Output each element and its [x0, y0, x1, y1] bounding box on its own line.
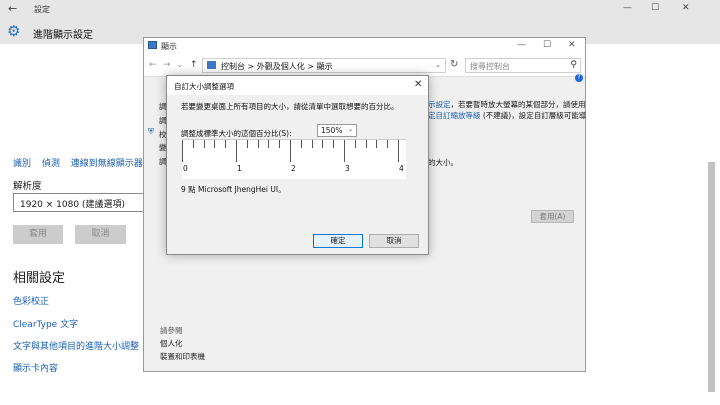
related-settings-heading: 相關設定	[13, 271, 66, 286]
chevron-down-icon[interactable]: ⌄	[348, 126, 353, 133]
cp-minimize-button[interactable]: —	[517, 40, 526, 50]
folder-icon	[207, 61, 216, 69]
cp-maximize-button[interactable]: ☐	[543, 40, 551, 50]
settings-cancel-button[interactable]: 取消	[75, 225, 126, 244]
scrollbar[interactable]	[708, 162, 715, 392]
forward-icon[interactable]: →	[163, 60, 171, 70]
search-input[interactable]: 搜尋控制台 ⚲	[465, 58, 581, 73]
see-also-label: 請參閱	[160, 326, 183, 335]
ruler-tick	[387, 140, 389, 148]
custom-scaling-link[interactable]: 定自訂縮放等級	[428, 111, 481, 120]
color-calibration-link[interactable]: 色彩校正	[13, 294, 49, 307]
cancel-button[interactable]: 取消	[369, 234, 419, 248]
cp-apply-button[interactable]: 套用(A)	[531, 210, 574, 223]
advanced-sizing-link[interactable]: 文字與其他項目的進階大小調整	[13, 339, 139, 352]
address-bar[interactable]: 控制台 > 外觀及個人化 > 顯示 ⌄	[202, 58, 446, 73]
minimize-button[interactable]: —	[623, 3, 632, 13]
breadcrumb: 控制台 > 外觀及個人化 > 顯示	[221, 62, 333, 71]
dialog-titlebar: 自訂大小調整選項 ✕	[167, 76, 428, 95]
scale-ruler[interactable]: 0 1 2 3 4	[182, 139, 406, 179]
ruler-label: 4	[399, 164, 404, 173]
cp-text-line: 的大小。	[428, 158, 458, 167]
close-button[interactable]: ✕	[682, 3, 690, 13]
wireless-display-link[interactable]: 連線到無線顯示器	[71, 159, 143, 169]
ruler-label: 2	[291, 164, 296, 173]
percent-label: 調整成標準大小的這個百分比(S):	[181, 129, 292, 138]
resolution-label: 解析度	[13, 181, 42, 192]
address-bar-row: ← → ⌄ ↑ 控制台 > 外觀及個人化 > 顯示 ⌄ ↻ 搜尋控制台 ⚲	[144, 55, 585, 77]
sample-text: 9 點 Microsoft JhengHei UI。	[181, 185, 286, 194]
devices-printers-link[interactable]: 裝置和印表機	[160, 351, 205, 362]
display-icon	[148, 41, 157, 49]
ruler-tick	[214, 140, 216, 148]
help-icon[interactable]: ?	[575, 74, 583, 82]
settings-window-title: 設定	[34, 5, 50, 14]
personalization-link[interactable]: 個人化	[160, 338, 183, 349]
ruler-tick	[225, 140, 227, 148]
ruler-tick	[236, 140, 237, 162]
cp-title: 顯示	[161, 42, 177, 51]
ruler-tick	[257, 140, 259, 148]
back-icon[interactable]: ←	[149, 60, 157, 70]
cp-titlebar: 顯示 — ☐ ✕	[144, 38, 585, 55]
percent-value: 150%	[321, 126, 343, 135]
page-title: 進階顯示設定	[33, 30, 93, 41]
ruler-tick	[279, 140, 281, 148]
ruler-tick	[268, 140, 270, 148]
adapter-properties-link[interactable]: 顯示卡內容	[13, 361, 58, 374]
chevron-down-icon[interactable]: ⌄	[176, 60, 184, 70]
search-icon[interactable]: ⚲	[570, 60, 577, 70]
ruler-tick	[246, 140, 248, 148]
ruler-tick	[192, 140, 194, 148]
ruler-tick	[333, 140, 335, 148]
percent-select[interactable]: 150% ⌄	[317, 124, 357, 137]
back-arrow-icon[interactable]: ←	[8, 2, 17, 15]
display-settings-link[interactable]: 示設定	[428, 100, 451, 109]
ruler-tick	[290, 140, 291, 162]
dialog-title: 自訂大小調整選項	[174, 82, 234, 91]
ruler-label: 0	[183, 164, 188, 173]
ruler-tick	[365, 140, 367, 148]
ruler-tick	[344, 140, 345, 162]
settings-titlebar: ← 設定 — ☐ ✕	[0, 0, 720, 18]
maximize-button[interactable]: ☐	[651, 3, 659, 13]
identify-link[interactable]: 識別	[13, 159, 31, 169]
cleartype-link[interactable]: ClearType 文字	[13, 317, 78, 330]
ruler-tick	[322, 140, 324, 148]
gear-icon: ⚙	[7, 22, 21, 40]
ruler-tick	[300, 140, 302, 148]
resolution-select[interactable]: 1920 × 1080 (建議選項)	[13, 193, 153, 212]
search-placeholder: 搜尋控制台	[470, 62, 510, 71]
up-icon[interactable]: ↑	[190, 60, 198, 70]
ruler-tick	[354, 140, 356, 148]
ruler-label: 3	[345, 164, 350, 173]
settings-apply-button[interactable]: 套用	[13, 225, 63, 244]
chevron-down-icon[interactable]: ⌄	[435, 61, 441, 69]
ruler-label: 1	[237, 164, 242, 173]
dialog-description: 若要變更桌面上所有項目的大小，請從清單中選取想要的百分比。	[181, 102, 399, 111]
shield-icon: ⛨	[148, 127, 154, 136]
ruler-tick	[376, 140, 378, 148]
detect-link[interactable]: 偵測	[42, 159, 60, 169]
ruler-tick	[398, 140, 399, 162]
refresh-icon[interactable]: ↻	[450, 59, 458, 70]
close-icon[interactable]: ✕	[414, 79, 422, 90]
display-links: 識別 偵測 連線到無線顯示器	[13, 156, 151, 169]
cp-text-line: 定自訂縮放等級 (不建議)，設定自訂層級可能導	[428, 111, 587, 120]
ok-button[interactable]: 確定	[313, 234, 363, 248]
ruler-tick	[182, 140, 183, 162]
custom-sizing-dialog: 自訂大小調整選項 ✕ 若要變更桌面上所有項目的大小，請從清單中選取想要的百分比。…	[166, 75, 429, 255]
cp-close-button[interactable]: ✕	[568, 40, 576, 50]
cp-text-line: 示設定，若要暫時放大螢幕的某個部分，請使用	[428, 100, 586, 109]
ruler-tick	[203, 140, 205, 148]
ruler-tick	[311, 140, 313, 148]
